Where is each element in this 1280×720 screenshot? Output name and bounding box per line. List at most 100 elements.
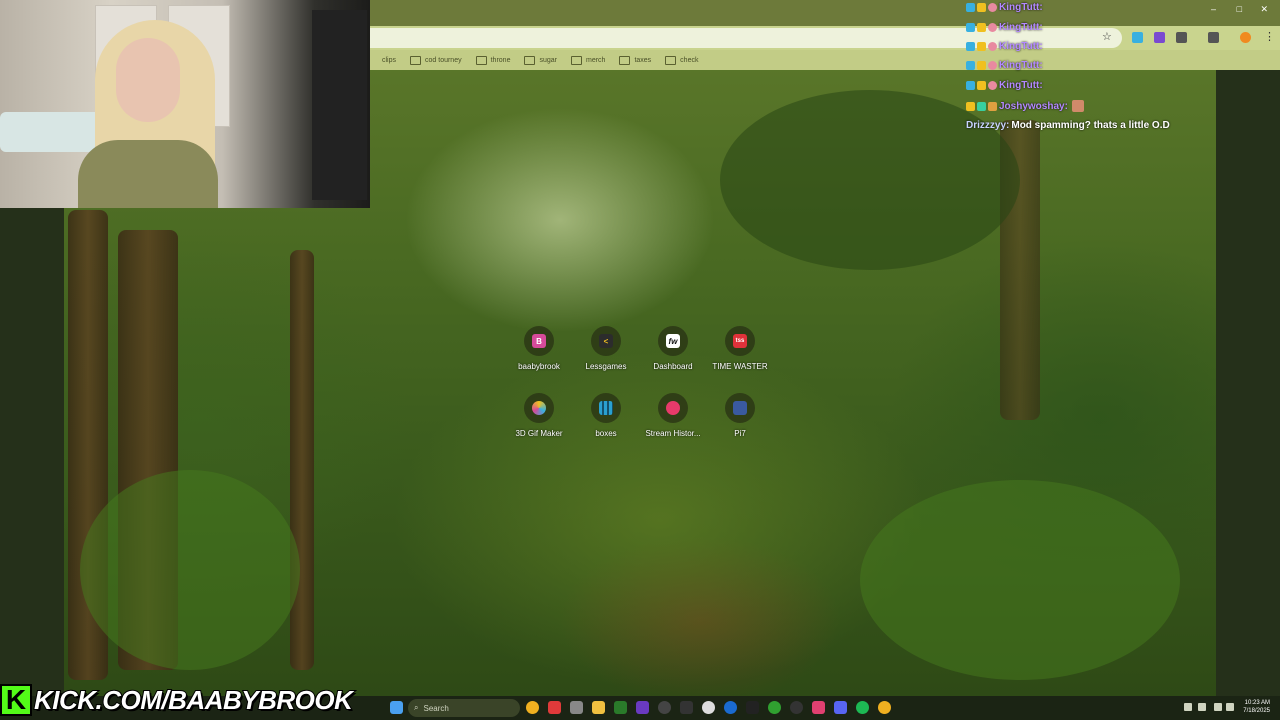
taskbar-search[interactable]: ⌕ Search <box>408 699 520 717</box>
bookmark-throne[interactable]: throne <box>475 55 511 65</box>
tab-search-icon[interactable] <box>1208 32 1219 43</box>
close-icon[interactable]: ✕ <box>1260 4 1268 15</box>
app-icon[interactable] <box>614 701 627 714</box>
chat-username[interactable]: KingTutt: <box>999 60 1043 71</box>
taskbar-clock[interactable]: 10:23 AM 7/18/2025 <box>1243 699 1270 715</box>
shortcut-baabybrook[interactable]: B baabybrook <box>505 326 573 371</box>
file-explorer-icon[interactable] <box>592 701 605 714</box>
shortcut-label: Lessgames <box>585 362 627 371</box>
streamer-face <box>116 38 180 122</box>
folder-icon <box>570 55 582 65</box>
clock-time: 10:23 AM <box>1244 700 1270 706</box>
chrome-icon[interactable] <box>878 701 891 714</box>
shortcut-boxes[interactable]: boxes <box>572 393 640 438</box>
chat-message: Joshywoshay: <box>966 100 1084 112</box>
extension-icon[interactable] <box>1132 32 1143 43</box>
folder-icon <box>475 55 487 65</box>
capcut-icon[interactable] <box>746 701 759 714</box>
microphone <box>0 112 110 152</box>
obs-icon[interactable] <box>658 701 671 714</box>
puzzle-extensions-icon[interactable] <box>1176 32 1187 43</box>
search-placeholder: Search <box>423 703 449 713</box>
crown-badge-icon <box>977 81 986 90</box>
shortcut-stream-history[interactable]: Stream Histor... <box>639 393 707 438</box>
bookmark-merch[interactable]: merch <box>570 55 605 65</box>
background-shelf <box>312 10 367 200</box>
bookmark-clips[interactable]: clips <box>382 57 396 64</box>
chat-username[interactable]: Joshywoshay: <box>999 101 1068 112</box>
mod-badge-icon <box>966 61 975 70</box>
shortcut-pi7[interactable]: Pi7 <box>706 393 774 438</box>
chat-message: Drizzzyy: Mod spamming? thats a little O… <box>966 120 1170 131</box>
bookmark-sugar[interactable]: sugar <box>524 55 557 65</box>
xbox-icon[interactable] <box>768 701 781 714</box>
bookmark-cod-tourney[interactable]: cod tourney <box>410 55 462 65</box>
bookmark-label: clips <box>382 56 397 64</box>
bookmark-label: cod tourney <box>425 56 462 64</box>
extension-icon[interactable] <box>1154 32 1165 43</box>
wifi-icon[interactable] <box>1214 703 1222 711</box>
folder-icon <box>619 55 631 65</box>
shortcut-label: Stream Histor... <box>645 429 701 438</box>
tiktok-icon[interactable] <box>812 701 825 714</box>
profile-avatar-icon[interactable] <box>1240 32 1251 43</box>
shortcut-dashboard[interactable]: fw Dashboard <box>639 326 707 371</box>
spotify-icon[interactable] <box>856 701 869 714</box>
chat-username[interactable]: KingTutt: <box>999 41 1043 52</box>
bookmark-star-icon[interactable]: ☆ <box>1102 30 1112 43</box>
settings-icon[interactable] <box>702 701 715 714</box>
shortcut-label: boxes <box>595 429 617 438</box>
foliage <box>80 470 300 670</box>
bookmark-label: throne <box>490 56 511 64</box>
windows-start-icon[interactable] <box>390 701 403 714</box>
minimize-icon[interactable]: – <box>1211 4 1216 14</box>
menu-dots-icon[interactable]: ⋮ <box>1264 30 1275 43</box>
browser-tab-strip <box>370 0 1280 26</box>
shortcut-lessgames[interactable]: < Lessgames <box>572 326 640 371</box>
mod-badge-icon <box>966 81 975 90</box>
volume-icon[interactable] <box>1226 703 1234 711</box>
shortcut-3d-gif-maker[interactable]: 3D Gif Maker <box>505 393 573 438</box>
shortcut-time-waster[interactable]: tss TIME WASTER <box>706 326 774 371</box>
shortcut-label: 3D Gif Maker <box>515 429 563 438</box>
bookmark-taxes[interactable]: taxes <box>619 55 651 65</box>
app-icon[interactable] <box>790 701 803 714</box>
crown-badge-icon <box>966 101 975 111</box>
shortcut-label: Dashboard <box>653 362 693 371</box>
app-icon[interactable] <box>548 701 561 714</box>
crown-badge-icon <box>977 61 986 70</box>
folder-icon <box>524 55 536 65</box>
kick-channel-banner: K KICK.COM/BAABYBROOK <box>0 682 354 718</box>
chat-username[interactable]: Drizzzyy: <box>966 120 1009 131</box>
chat-username[interactable]: KingTutt: <box>999 2 1043 13</box>
tray-app-icon[interactable] <box>1198 703 1206 711</box>
maximize-icon[interactable]: □ <box>1237 4 1242 14</box>
shortcut-label: baabybrook <box>518 362 560 371</box>
app-icon[interactable] <box>724 701 737 714</box>
clock-date: 7/18/2025 <box>1243 708 1270 714</box>
chat-message: KingTutt: <box>966 41 1045 52</box>
mod-badge-icon <box>966 3 975 12</box>
bookmark-label: check <box>680 56 699 64</box>
app-icon[interactable] <box>570 701 583 714</box>
chat-message: KingTutt: <box>966 22 1045 33</box>
bookmarks-bar: clips cod tourney throne sugar merch tax… <box>370 50 1280 70</box>
boxes-icon <box>599 401 613 415</box>
fw-dashboard-icon: fw <box>666 334 680 348</box>
sub-badge-icon <box>988 23 997 32</box>
chat-username[interactable]: KingTutt: <box>999 80 1043 91</box>
mod-badge-icon <box>966 23 975 32</box>
app-icon[interactable] <box>680 701 693 714</box>
app-icon[interactable] <box>636 701 649 714</box>
bookmark-check[interactable]: check <box>665 55 699 65</box>
foliage <box>860 480 1180 680</box>
discord-icon[interactable] <box>834 701 847 714</box>
b-logo-icon: B <box>532 334 546 348</box>
chrome-icon[interactable] <box>526 701 539 714</box>
tray-chevron-icon[interactable] <box>1184 703 1192 711</box>
chat-username[interactable]: KingTutt: <box>999 22 1043 33</box>
kick-logo-icon: K <box>0 684 32 716</box>
shortcut-label: Pi7 <box>734 429 746 438</box>
sub-badge-icon <box>988 101 997 111</box>
mod-badge-icon <box>966 42 975 51</box>
